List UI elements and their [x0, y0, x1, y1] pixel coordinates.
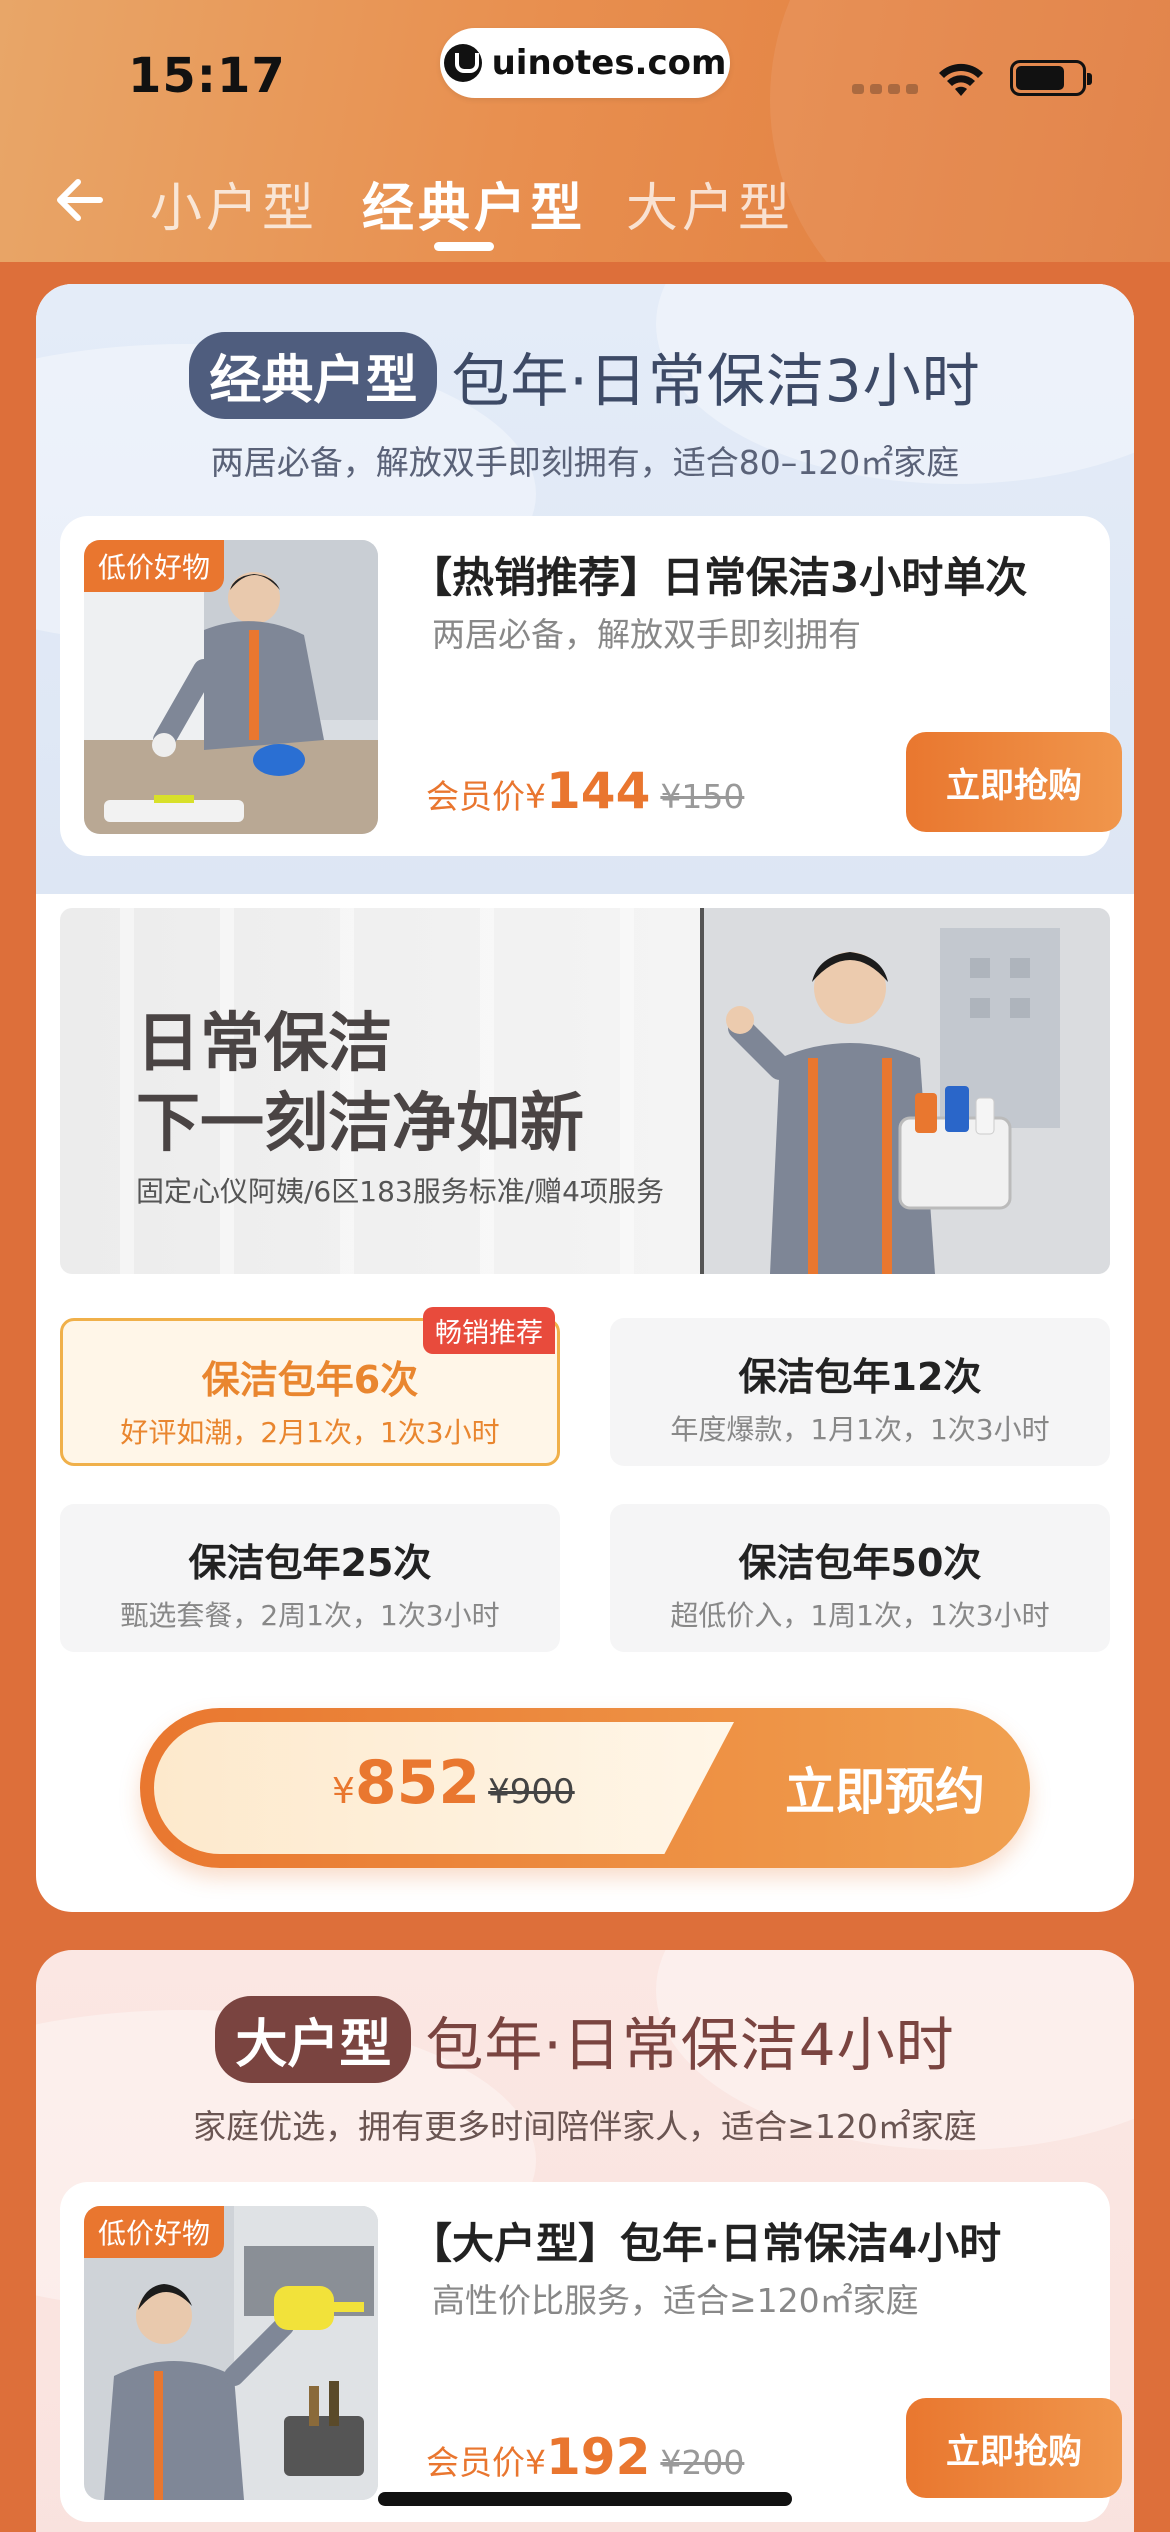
- option-25-times[interactable]: 保洁包年25次 甄选套餐，2周1次，1次3小时: [60, 1504, 560, 1652]
- option-subtitle: 甄选套餐，2周1次，1次3小时: [120, 1599, 500, 1632]
- tab-large-unit[interactable]: 大户型: [626, 166, 794, 241]
- product-price: 会员价 ¥ 144 ¥150: [426, 762, 744, 820]
- home-indicator[interactable]: [378, 2492, 792, 2506]
- product-image: 低价好物: [84, 2206, 378, 2500]
- tab-classic-unit[interactable]: 经典户型: [362, 166, 586, 241]
- reserve-now-button[interactable]: 立即预约: [740, 1708, 1030, 1868]
- price-original: ¥150: [660, 777, 745, 816]
- large-package-card: 大户型 包年·日常保洁4小时 家庭优选，拥有更多时间陪伴家人，适合≥120㎡家庭…: [36, 1950, 1134, 2532]
- product-tag: 低价好物: [84, 540, 225, 592]
- price-original: ¥200: [660, 2443, 745, 2482]
- tab-small-unit[interactable]: 小户型: [150, 166, 318, 241]
- option-6-times[interactable]: 畅销推荐 保洁包年6次 好评如潮，2月1次，1次3小时: [60, 1307, 560, 1466]
- reserve-price: ¥ 852 ¥900: [332, 1748, 575, 1818]
- option-title: 保洁包年12次: [738, 1355, 982, 1399]
- banner-headline-2: 下一刻洁净如新: [136, 1087, 584, 1161]
- product-price: 会员价 ¥ 192 ¥200: [426, 2428, 744, 2486]
- option-title: 保洁包年50次: [738, 1541, 982, 1585]
- large-subtitle: 家庭优选，拥有更多时间陪伴家人，适合≥120㎡家庭: [193, 2107, 977, 2146]
- price-value: 144: [546, 762, 651, 820]
- large-title-row: 大户型 包年·日常保洁4小时: [36, 1996, 1134, 2083]
- classic-badge: 经典户型: [189, 332, 438, 419]
- reserve-price-value: 852: [354, 1748, 481, 1818]
- reserve-bar: ¥ 852 ¥900 立即预约: [140, 1708, 1030, 1868]
- classic-title: 包年·日常保洁3小时: [451, 346, 981, 415]
- url-text: uinotes.com: [491, 43, 727, 83]
- classic-product-card[interactable]: 低价好物 【热销推荐】日常保洁3小时单次 两居必备，解放双手即刻拥有 会员价 ¥…: [60, 516, 1122, 856]
- product-subtitle: 两居必备，解放双手即刻拥有: [432, 615, 861, 654]
- price-currency: ¥: [525, 2443, 546, 2482]
- option-12-times[interactable]: 保洁包年12次 年度爆款，1月1次，1次3小时: [610, 1318, 1110, 1466]
- option-subtitle: 超低价入，1周1次，1次3小时: [670, 1599, 1050, 1632]
- banner-subline: 固定心仪阿姨/6区183服务标准/赠4项服务: [136, 1175, 664, 1208]
- daily-cleaning-banner[interactable]: 日常保洁 下一刻洁净如新 固定心仪阿姨/6区183服务标准/赠4项服务: [60, 908, 1110, 1274]
- price-label: 会员价: [426, 777, 525, 816]
- classic-package-card: 经典户型 包年·日常保洁3小时 两居必备，解放双手即刻拥有，适合80–120㎡家…: [36, 284, 1134, 1912]
- large-badge: 大户型: [215, 1996, 412, 2083]
- category-nav: 小户型 经典户型 大户型: [0, 160, 1170, 260]
- top-header: 15:17 uinotes.com 小户型 经典户型 大户型: [0, 0, 1170, 262]
- buy-now-button[interactable]: 立即抢购: [906, 2398, 1122, 2498]
- option-title: 保洁包年6次: [201, 1358, 419, 1402]
- product-image: 低价好物: [84, 540, 378, 834]
- price-currency: ¥: [525, 777, 546, 816]
- classic-subtitle: 两居必备，解放双手即刻拥有，适合80–120㎡家庭: [210, 443, 960, 482]
- product-tag: 低价好物: [84, 2206, 225, 2258]
- buy-now-button[interactable]: 立即抢购: [906, 732, 1122, 832]
- status-bar: 15:17 uinotes.com: [0, 0, 1170, 140]
- product-title: 【热销推荐】日常保洁3小时单次: [410, 553, 1028, 602]
- cleaner-with-basket-photo: [700, 908, 1110, 1274]
- active-tab-indicator: [434, 242, 494, 251]
- battery-icon: [1010, 60, 1092, 96]
- option-title: 保洁包年25次: [188, 1541, 432, 1585]
- large-title: 包年·日常保洁4小时: [425, 2010, 955, 2079]
- wifi-icon: [939, 63, 983, 96]
- large-product-card[interactable]: 低价好物 【大户型】包年·日常保洁4小时 高性价比服务，适合≥120㎡家庭 会员…: [60, 2182, 1122, 2522]
- status-time: 15:17: [128, 48, 286, 104]
- reserve-currency: ¥: [332, 1771, 355, 1812]
- reserve-price-original: ¥900: [488, 1772, 575, 1812]
- product-subtitle: 高性价比服务，适合≥120㎡家庭: [432, 2281, 919, 2320]
- site-logo-icon: [443, 44, 482, 82]
- price-value: 192: [546, 2428, 651, 2486]
- option-subtitle: 好评如潮，2月1次，1次3小时: [120, 1416, 500, 1449]
- price-label: 会员价: [426, 2443, 525, 2482]
- option-50-times[interactable]: 保洁包年50次 超低价入，1周1次，1次3小时: [610, 1504, 1110, 1652]
- cellular-signal-icon: [852, 84, 918, 94]
- product-title: 【大户型】包年·日常保洁4小时: [410, 2219, 1002, 2268]
- classic-title-row: 经典户型 包年·日常保洁3小时: [36, 332, 1134, 419]
- banner-headline-1: 日常保洁: [136, 1007, 392, 1081]
- back-arrow-icon[interactable]: [48, 170, 108, 230]
- best-seller-badge: 畅销推荐: [423, 1307, 555, 1354]
- url-pill[interactable]: uinotes.com: [440, 28, 730, 98]
- option-subtitle: 年度爆款，1月1次，1次3小时: [670, 1413, 1050, 1446]
